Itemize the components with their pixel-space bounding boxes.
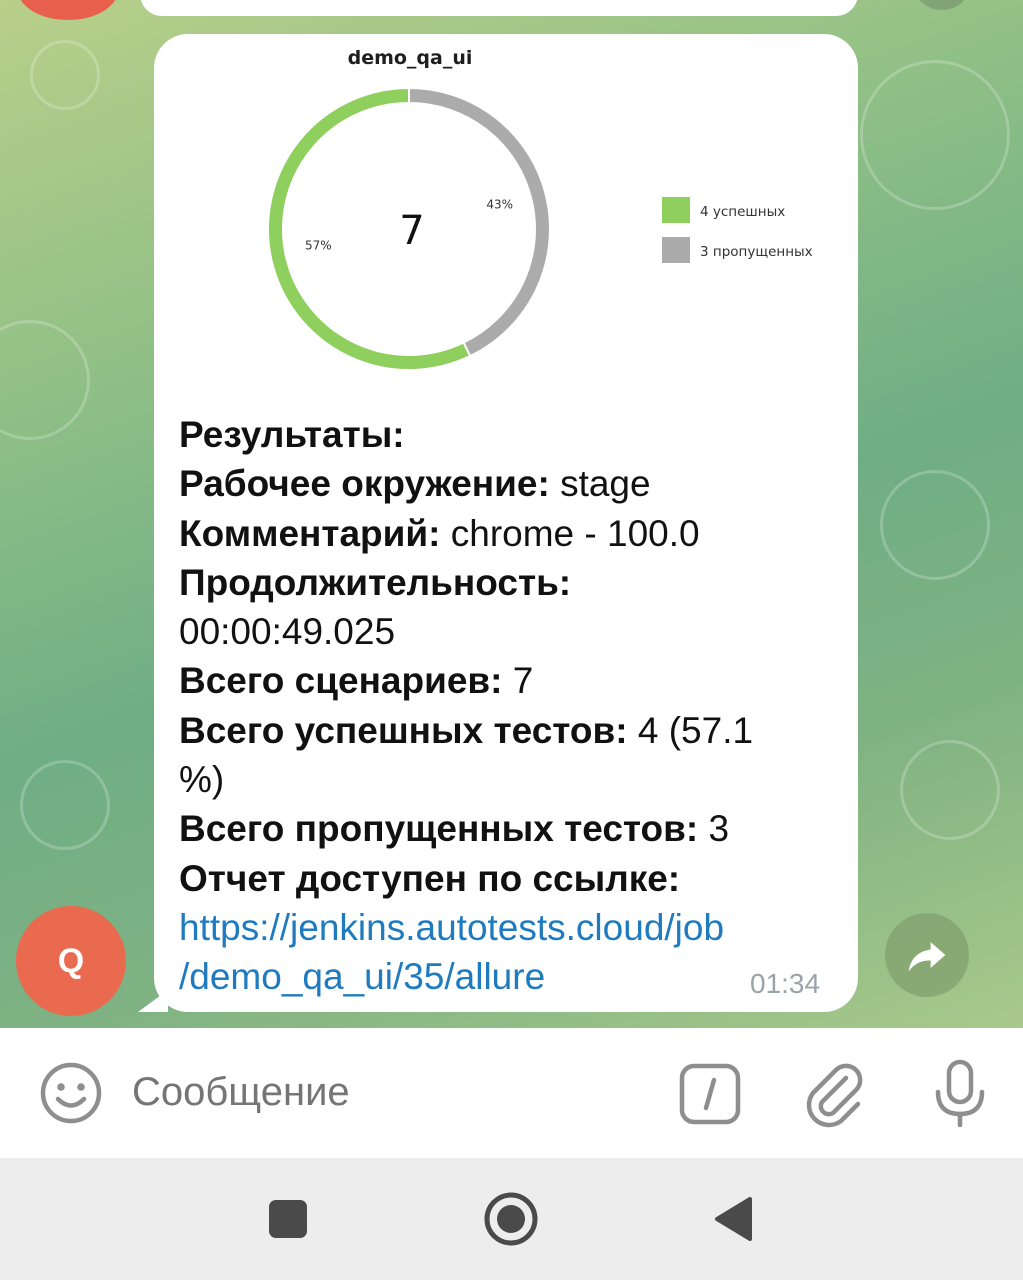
chart-center-total: 7 <box>399 208 424 254</box>
home-button[interactable] <box>482 1190 540 1248</box>
message-line: Всего сценариев: 7 <box>179 656 829 705</box>
message-line: Рабочее окружение: stage <box>179 459 829 508</box>
background-doodle <box>30 40 100 110</box>
message-line: Отчет доступен по ссылке: <box>179 854 829 903</box>
donut-slice <box>267 86 472 371</box>
message-line: %) <box>179 755 829 804</box>
legend-label: 4 успешных <box>700 204 785 220</box>
report-link-line-2[interactable]: /demo_qa_ui/35/allure <box>179 952 829 1001</box>
message-line-label: Продолжительность: <box>179 561 572 603</box>
message-line: Результаты: <box>179 410 829 459</box>
message-time: 01:34 <box>750 968 821 999</box>
legend-swatch <box>662 237 690 263</box>
message-line: Всего успешных тестов: 4 (57.1 <box>179 706 829 755</box>
donut-chart[interactable]: 57% 43% 7 4 успешных 3 пропущенных <box>236 40 856 380</box>
previous-message-bubble[interactable] <box>140 0 858 16</box>
background-doodle <box>860 60 1010 210</box>
message-line-value: %) <box>179 759 225 801</box>
message-line: Продолжительность: <box>179 558 829 607</box>
back-button[interactable] <box>712 1196 754 1242</box>
message-line-value: 3 <box>698 808 730 850</box>
message-line-label: Отчет доступен по ссылке: <box>179 857 681 899</box>
message-line-label: Всего сценариев: <box>179 660 503 702</box>
message-line-label: Комментарий: <box>179 512 441 554</box>
paperclip-icon[interactable] <box>800 1058 870 1128</box>
background-doodle <box>900 740 1000 840</box>
legend-swatch <box>662 197 690 223</box>
message-line: Всего пропущенных тестов: 3 <box>179 804 829 853</box>
slash-command-icon[interactable] <box>678 1062 742 1126</box>
message-line: Комментарий: chrome - 100.0 <box>179 509 829 558</box>
message-line: 00:00:49.025 <box>179 607 829 656</box>
message-text: Результаты: Рабочее окружение: stage Комме… <box>179 410 829 1002</box>
share-button[interactable] <box>885 913 969 997</box>
legend-label: 3 пропущенных <box>700 244 813 260</box>
message-line-label: Всего пропущенных тестов: <box>179 808 699 850</box>
message-line-value: stage <box>549 463 651 505</box>
report-link-line-1[interactable]: https://jenkins.autotests.cloud/job <box>179 903 829 952</box>
background-doodle <box>0 320 90 440</box>
message-line-label: Рабочее окружение: <box>179 463 550 505</box>
message-line-value: 7 <box>502 660 534 702</box>
share-arrow-icon <box>908 942 946 972</box>
slice-percent-label: 43% <box>486 197 513 211</box>
message-line-value: 00:00:49.025 <box>179 611 396 653</box>
background-doodle <box>20 760 110 850</box>
recent-apps-button[interactable] <box>269 1200 307 1238</box>
message-line-value: chrome - 100.0 <box>440 512 700 554</box>
smile-icon[interactable] <box>38 1060 104 1126</box>
sender-avatar[interactable]: Q <box>16 906 126 1016</box>
message-line-value: 4 (57.1 <box>627 709 754 751</box>
background-doodle <box>880 470 990 580</box>
donut-slice <box>408 86 551 358</box>
microphone-icon[interactable] <box>930 1058 990 1128</box>
message-input[interactable] <box>132 1070 632 1115</box>
message-line-label: Всего успешных тестов: <box>179 709 628 751</box>
slice-percent-label: 57% <box>305 239 332 253</box>
avatar-initial: Q <box>57 941 85 980</box>
message-line-label: Результаты: <box>179 414 405 455</box>
